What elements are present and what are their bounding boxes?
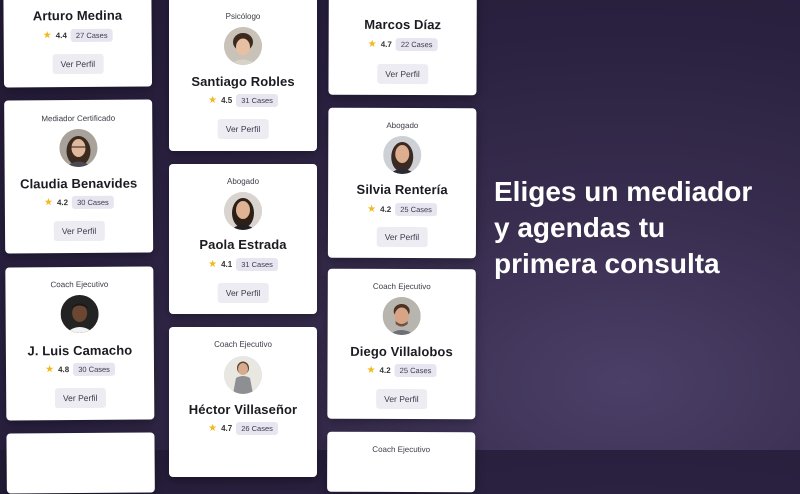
mediator-role: Abogado [169,177,317,186]
star-icon: ★ [208,425,217,433]
cards-column-2: Psicólogo Santiago Robles ★ 4.5 31 Cases… [169,0,317,450]
mediator-role: Mediador Certificado [4,113,152,123]
avatar [60,295,98,333]
star-icon: ★ [45,366,54,374]
rating-row: ★ 4.2 25 Cases [328,203,476,217]
mediator-role: Abogado [328,121,476,131]
star-icon: ★ [44,199,53,207]
ver-perfil-button[interactable]: Ver Perfil [218,283,269,303]
mediator-name: Diego Villalobos [328,344,476,360]
rating-value: 4.8 [58,365,69,374]
headline-line-1: Eliges un mediador [494,174,784,210]
mediator-role: Psicólogo [169,12,317,21]
mediator-name: Héctor Villaseñor [169,402,317,417]
cases-badge: 27 Cases [71,29,113,42]
mediator-cards-grid: Arturo Medina ★ 4.4 27 Cases Ver Perfil … [0,0,480,450]
cases-badge: 30 Cases [73,363,115,376]
mediator-name: Silvia Rentería [328,182,476,198]
ver-perfil-button[interactable]: Ver Perfil [376,389,427,409]
rating-row: ★ 4.5 31 Cases [169,94,317,107]
mediator-name: Paola Estrada [169,237,317,252]
mediator-role: Coach Ejecutivo [5,279,153,289]
headline-line-2: y agendas tu [494,210,784,246]
avatar [59,129,97,167]
rating-value: 4.7 [381,40,392,49]
mediator-name: Claudia Benavides [5,175,153,191]
headline-line-3: primera consulta [494,246,784,282]
cases-badge: 25 Cases [395,203,437,216]
rating-row: ★ 4.4 27 Cases [4,28,152,42]
mediator-role: Coach Ejecutivo [327,445,475,455]
star-icon: ★ [368,40,377,48]
rating-row: ★ 4.8 30 Cases [6,362,154,376]
ver-perfil-button[interactable]: Ver Perfil [377,64,428,84]
mediator-card[interactable]: Coach Ejecutivo Diego Villalobos ★ 4.2 2… [327,269,476,420]
ver-perfil-button[interactable]: Ver Perfil [55,388,106,408]
rating-row: ★ 4.2 30 Cases [5,195,153,209]
cases-badge: 25 Cases [395,364,437,377]
mediator-card[interactable]: Abogado Paola Estrada ★ 4.1 31 Cases Ver… [169,164,317,314]
rating-row: ★ 4.2 25 Cases [327,364,475,378]
mediator-name: Santiago Robles [169,74,317,89]
cards-column-3: Marcos Díaz ★ 4.7 22 Cases Ver Perfil Ab… [327,0,477,450]
avatar [224,356,262,394]
rating-value: 4.1 [221,260,232,269]
mediator-card[interactable]: Coach Ejecutivo Héctor Villaseñor ★ 4.7 … [169,327,317,477]
rating-row: ★ 4.1 31 Cases [169,258,317,271]
mediator-card[interactable]: Psicólogo Santiago Robles ★ 4.5 31 Cases… [169,0,317,151]
mediator-role: Coach Ejecutivo [328,282,476,292]
ver-perfil-button[interactable]: Ver Perfil [53,54,104,74]
rating-value: 4.7 [221,424,232,433]
mediator-card[interactable]: Abogado Silvia Rentería ★ 4.2 25 Cases V… [328,108,477,259]
rating-row: ★ 4.7 22 Cases [329,38,477,52]
cases-badge: 30 Cases [72,196,114,209]
mediator-card[interactable]: Coach Ejecutivo [327,432,475,493]
star-icon: ★ [43,32,52,40]
mediator-name: J. Luis Camacho [6,342,154,358]
star-icon: ★ [367,366,376,374]
mediator-name: Arturo Medina [3,7,151,23]
ver-perfil-button[interactable]: Ver Perfil [377,227,428,247]
avatar [383,297,421,335]
rating-value: 4.2 [57,198,68,207]
rating-value: 4.4 [56,31,67,40]
rating-value: 4.5 [221,96,232,105]
rating-value: 4.2 [380,205,391,214]
cases-badge: 26 Cases [236,422,278,435]
page-headline: Eliges un mediador y agendas tu primera … [494,174,784,282]
mediator-card[interactable]: Coach Ejecutivo J. Luis Camacho ★ 4.8 30… [5,266,154,420]
ver-perfil-button[interactable]: Ver Perfil [218,119,269,139]
mediator-card[interactable] [6,432,154,493]
avatar [224,27,262,65]
mediator-card[interactable]: Marcos Díaz ★ 4.7 22 Cases Ver Perfil [328,0,476,95]
rating-row: ★ 4.7 26 Cases [169,422,317,435]
rating-value: 4.2 [380,366,391,375]
mediator-card[interactable]: Mediador Certificado Claudia Benavides ★… [4,99,153,253]
star-icon: ★ [208,97,217,105]
avatar [383,136,421,174]
star-icon: ★ [367,205,376,213]
cases-badge: 31 Cases [236,94,278,107]
cases-badge: 31 Cases [236,258,278,271]
cards-column-1: Arturo Medina ★ 4.4 27 Cases Ver Perfil … [3,0,154,451]
mediator-card[interactable]: Arturo Medina ★ 4.4 27 Cases Ver Perfil [3,0,152,88]
avatar [224,192,262,230]
ver-perfil-button[interactable]: Ver Perfil [54,221,105,241]
mediator-name: Marcos Díaz [329,17,477,33]
cases-badge: 22 Cases [396,38,438,51]
star-icon: ★ [208,261,217,269]
mediator-role: Coach Ejecutivo [169,340,317,349]
